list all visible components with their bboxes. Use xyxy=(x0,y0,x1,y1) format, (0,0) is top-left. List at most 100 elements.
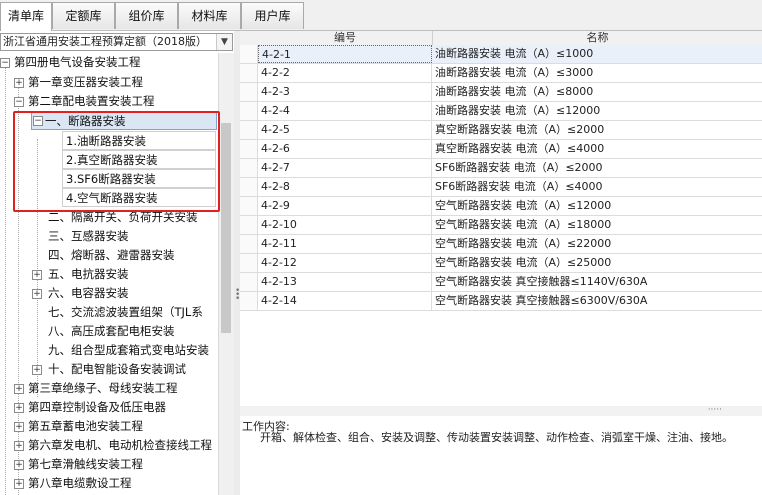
cell-name[interactable]: 真空断路器安装 电流（A）≤2000 xyxy=(433,121,762,139)
row-header-cell[interactable] xyxy=(240,159,258,177)
table-row[interactable]: 4-2-9 空气断路器安装 电流（A）≤12000 xyxy=(240,197,762,216)
cell-code[interactable]: 4-2-3 xyxy=(258,83,432,101)
work-splitter[interactable]: ····· xyxy=(240,406,762,416)
collapse-icon[interactable]: − xyxy=(0,58,10,68)
cell-code[interactable]: 4-2-8 xyxy=(258,178,432,196)
row-header-cell[interactable] xyxy=(240,292,258,310)
tree-node-label: 三、互感器安装 xyxy=(48,229,129,243)
cell-name[interactable]: 油断路器安装 电流（A）≤1000 xyxy=(433,45,762,63)
cell-name[interactable]: 空气断路器安装 电流（A）≤12000 xyxy=(433,197,762,215)
cell-code[interactable]: 4-2-13 xyxy=(258,273,432,291)
tree-node-label: 第四章控制设备及低压电器 xyxy=(28,400,166,414)
table-row[interactable]: 4-2-11 空气断路器安装 电流（A）≤22000 xyxy=(240,235,762,254)
tree-node-ch5[interactable]: + 第五章蓄电池安装工程 xyxy=(0,417,218,436)
row-header-cell[interactable] xyxy=(240,197,258,215)
row-header-cell[interactable] xyxy=(240,121,258,139)
row-header-cell[interactable] xyxy=(240,178,258,196)
table-row[interactable]: 4-2-3 油断路器安装 电流（A）≤8000 xyxy=(240,83,762,102)
tree-node-ch1[interactable]: + 第一章变压器安装工程 xyxy=(0,73,218,92)
expand-icon[interactable]: + xyxy=(14,403,24,413)
table-row[interactable]: 4-2-8 SF6断路器安装 电流（A）≤4000 xyxy=(240,178,762,197)
tree-node-label: 第八章电缆敷设工程 xyxy=(28,476,132,490)
table-row[interactable]: 4-2-2 油断路器安装 电流（A）≤3000 xyxy=(240,64,762,83)
quota-table: 编号 名称 4-2-1 油断路器安装 电流（A）≤1000 4-2-2 油断路器安装 … xyxy=(240,31,762,406)
row-header-cell[interactable] xyxy=(240,254,258,272)
expand-icon[interactable]: + xyxy=(32,289,42,299)
cell-name[interactable]: 空气断路器安装 真空接触器≤6300V/630A xyxy=(433,292,762,310)
row-header-cell[interactable] xyxy=(240,216,258,234)
cell-name[interactable]: 空气断路器安装 电流（A）≤22000 xyxy=(433,235,762,253)
cell-code[interactable]: 4-2-9 xyxy=(258,197,432,215)
expand-icon[interactable]: + xyxy=(14,422,24,432)
table-row[interactable]: 4-2-13 空气断路器安装 真空接触器≤1140V/630A xyxy=(240,273,762,292)
tree-node-capacitor[interactable]: + 六、电容器安装 xyxy=(31,284,217,303)
table-row[interactable]: 4-2-4 油断路器安装 电流（A）≤12000 xyxy=(240,102,762,121)
cell-code[interactable]: 4-2-2 xyxy=(258,64,432,82)
table-row[interactable]: 4-2-1 油断路器安装 电流（A）≤1000 xyxy=(240,45,762,64)
expand-icon[interactable]: + xyxy=(14,479,24,489)
row-header-cell[interactable] xyxy=(240,273,258,291)
tree-node-ch3[interactable]: + 第三章绝缘子、母线安装工程 xyxy=(0,379,218,398)
cell-code[interactable]: 4-2-11 xyxy=(258,235,432,253)
expand-icon[interactable]: + xyxy=(14,460,24,470)
scrollbar-thumb[interactable] xyxy=(221,123,231,333)
row-header-cell[interactable] xyxy=(240,64,258,82)
tab-user-library[interactable]: 用户库 xyxy=(241,2,304,29)
expand-icon[interactable]: + xyxy=(32,365,42,375)
cell-code[interactable]: 4-2-5 xyxy=(258,121,432,139)
cell-name[interactable]: 油断路器安装 电流（A）≤12000 xyxy=(433,102,762,120)
tab-bill-library[interactable]: 清单库 xyxy=(0,2,52,31)
tree-scrollbar[interactable] xyxy=(218,53,234,495)
cell-code[interactable]: 4-2-12 xyxy=(258,254,432,272)
row-header-cell[interactable] xyxy=(240,235,258,253)
table-row[interactable]: 4-2-14 空气断路器安装 真空接触器≤6300V/630A xyxy=(240,292,762,311)
tree-node-ch7[interactable]: + 第七章滑触线安装工程 xyxy=(0,455,218,474)
cell-code[interactable]: 4-2-7 xyxy=(258,159,432,177)
table-row[interactable]: 4-2-12 空气断路器安装 电流（A）≤25000 xyxy=(240,254,762,273)
tab-pricing-library[interactable]: 组价库 xyxy=(115,2,178,29)
table-row[interactable]: 4-2-10 空气断路器安装 电流（A）≤18000 xyxy=(240,216,762,235)
table-row[interactable]: 4-2-5 真空断路器安装 电流（A）≤2000 xyxy=(240,121,762,140)
table-row[interactable]: 4-2-7 SF6断路器安装 电流（A）≤2000 xyxy=(240,159,762,178)
column-header-code[interactable]: 编号 xyxy=(258,31,433,45)
row-header-cell[interactable] xyxy=(240,45,258,63)
tree-node-label: 八、高压成套配电柜安装 xyxy=(48,324,175,338)
cell-code[interactable]: 4-2-14 xyxy=(258,292,432,310)
tree-node-ch2[interactable]: − 第二章配电装置安装工程 xyxy=(0,92,218,111)
cell-name[interactable]: 油断路器安装 电流（A）≤8000 xyxy=(433,83,762,101)
cell-name[interactable]: 油断路器安装 电流（A）≤3000 xyxy=(433,64,762,82)
quota-library-select[interactable]: 浙江省通用安装工程预算定额（2018版） ▼ xyxy=(0,33,233,51)
cell-name[interactable]: 空气断路器安装 真空接触器≤1140V/630A xyxy=(433,273,762,291)
tree-node-reactor[interactable]: + 五、电抗器安装 xyxy=(31,265,217,284)
expand-icon[interactable]: + xyxy=(32,270,42,280)
expand-icon[interactable]: + xyxy=(14,384,24,394)
tab-quota-library[interactable]: 定额库 xyxy=(52,2,115,29)
table-row[interactable]: 4-2-6 真空断路器安装 电流（A）≤4000 xyxy=(240,140,762,159)
tree-node-smart-device[interactable]: + 十、配电智能设备安装调试 xyxy=(31,360,217,379)
cell-name[interactable]: 真空断路器安装 电流（A）≤4000 xyxy=(433,140,762,158)
cell-name[interactable]: 空气断路器安装 电流（A）≤25000 xyxy=(433,254,762,272)
tree-node-label: 九、组合型成套箱式变电站安装 xyxy=(48,343,209,357)
chevron-down-icon[interactable]: ▼ xyxy=(216,34,232,50)
cell-code[interactable]: 4-2-10 xyxy=(258,216,432,234)
cell-name[interactable]: 空气断路器安装 电流（A）≤18000 xyxy=(433,216,762,234)
expand-icon[interactable]: + xyxy=(14,78,24,88)
cell-name[interactable]: SF6断路器安装 电流（A）≤4000 xyxy=(433,178,762,196)
tab-material-library[interactable]: 材料库 xyxy=(178,2,241,29)
tree-node-ch4[interactable]: + 第四章控制设备及低压电器 xyxy=(0,398,218,417)
row-header-cell[interactable] xyxy=(240,83,258,101)
library-tabs: 清单库 定额库 组价库 材料库 用户库 xyxy=(0,0,762,31)
tree-node-book4[interactable]: − 第四册电气设备安装工程 xyxy=(0,53,218,72)
row-header-cell[interactable] xyxy=(240,140,258,158)
collapse-icon[interactable]: − xyxy=(14,97,24,107)
cell-code[interactable]: 4-2-4 xyxy=(258,102,432,120)
tree-node-ch8[interactable]: + 第八章电缆敷设工程 xyxy=(0,474,218,493)
cell-name[interactable]: SF6断路器安装 电流（A）≤2000 xyxy=(433,159,762,177)
quota-library-value: 浙江省通用安装工程预算定额（2018版） xyxy=(3,35,207,48)
cell-code[interactable]: 4-2-6 xyxy=(258,140,432,158)
row-header-cell[interactable] xyxy=(240,102,258,120)
column-header-name[interactable]: 名称 xyxy=(433,31,762,45)
expand-icon[interactable]: + xyxy=(14,441,24,451)
tree-node-ch6[interactable]: + 第六章发电机、电动机检查接线工程 xyxy=(0,436,218,455)
cell-code[interactable]: 4-2-1 xyxy=(258,45,432,63)
